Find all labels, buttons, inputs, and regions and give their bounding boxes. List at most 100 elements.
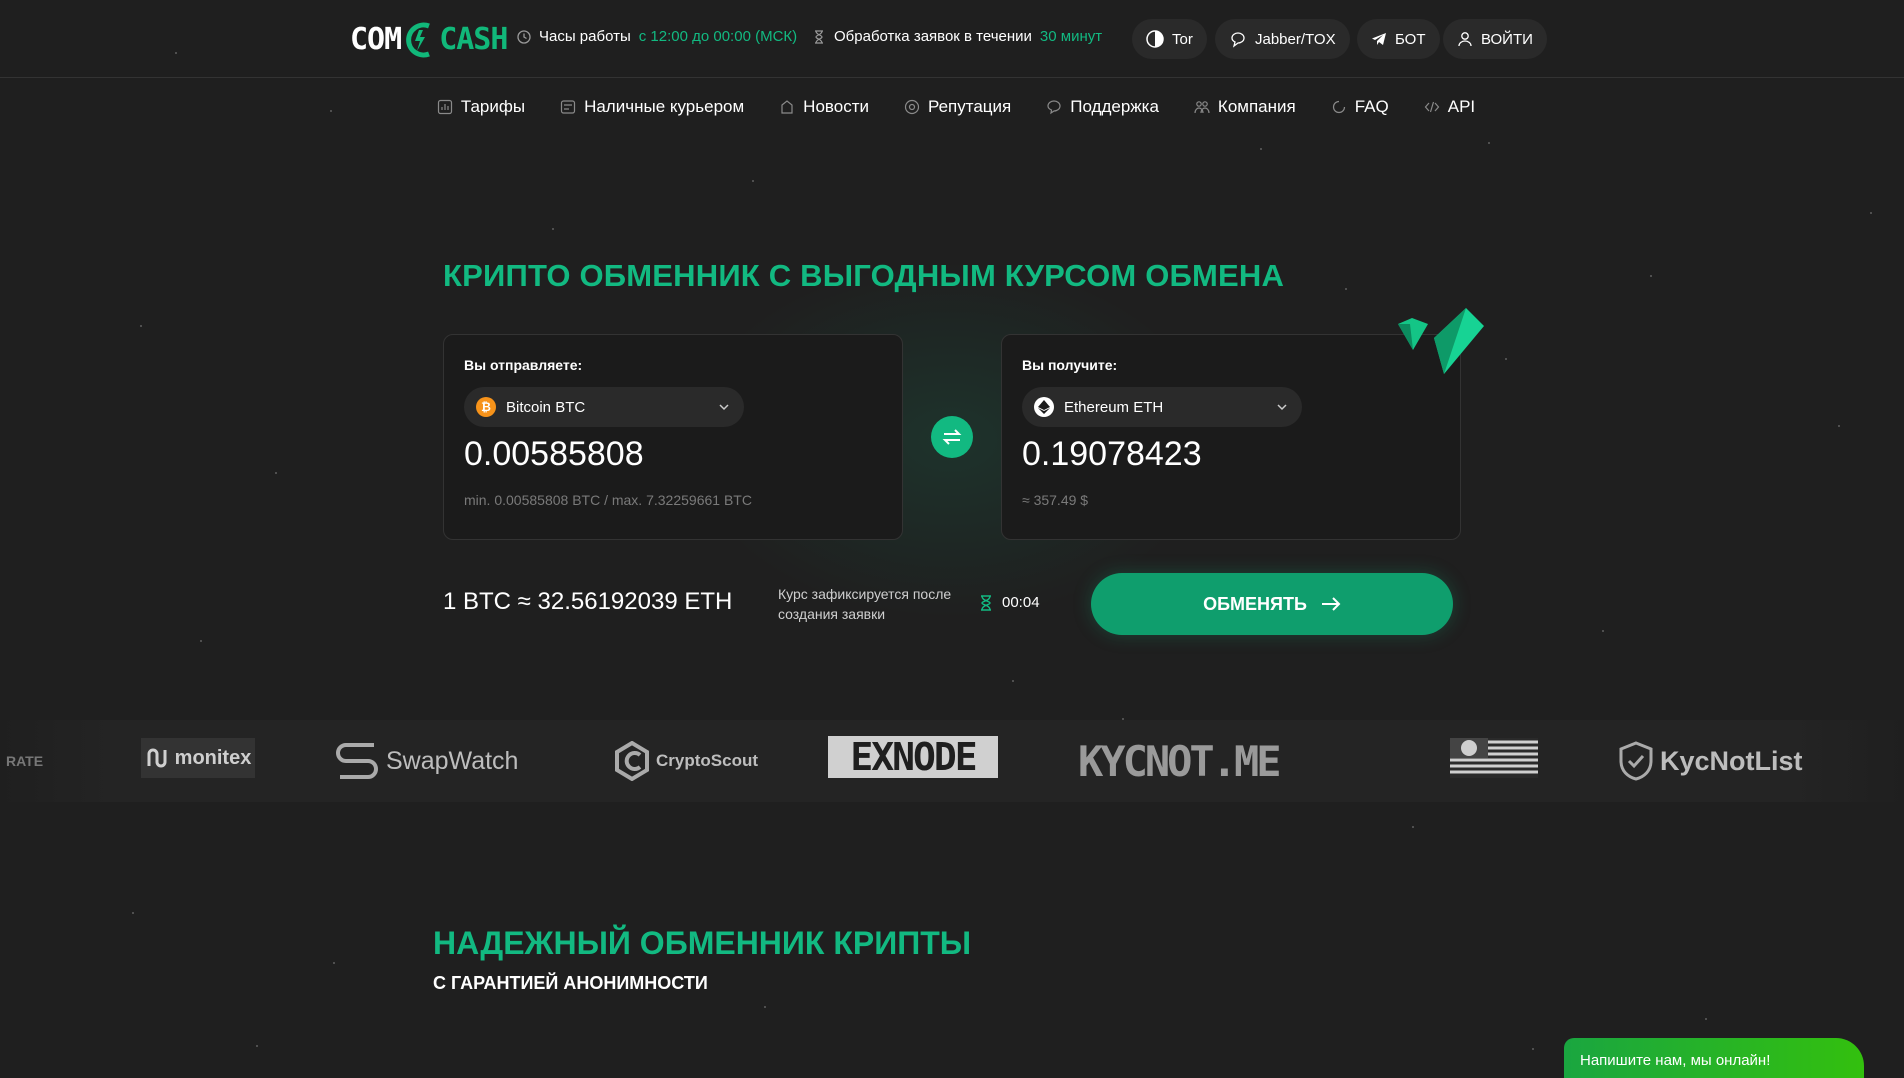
telegram-icon: [1372, 33, 1386, 45]
news-icon: [781, 100, 793, 114]
cash-icon: [560, 100, 576, 114]
partner-cryptoscout[interactable]: CryptoScout: [614, 738, 758, 784]
tor-label: Tor: [1172, 30, 1193, 48]
rate-timer: 00:04: [980, 594, 1040, 611]
shield-icon: [1619, 741, 1653, 781]
receive-amount-input[interactable]: [1022, 435, 1442, 474]
hours-value: с 12:00 до 00:00 (МСК): [638, 28, 798, 45]
nav-item-support[interactable]: Поддержка: [1046, 92, 1159, 122]
bot-button[interactable]: БОТ: [1357, 19, 1440, 59]
ethereum-icon: [1034, 397, 1054, 417]
send-currency-label: Bitcoin BTC: [506, 398, 586, 416]
partner-kycnotme[interactable]: KYCNOT.ME: [1078, 736, 1282, 786]
nav-item-label: Новости: [803, 97, 869, 116]
swap-icon: [942, 429, 962, 445]
send-card: Вы отправляете: ₿ Bitcoin BTC min. 0.005…: [443, 334, 903, 540]
receive-currency-select[interactable]: Ethereum ETH: [1022, 387, 1302, 427]
logo[interactable]: COM CASH: [350, 18, 508, 60]
receive-card: Вы получите: Ethereum ETH ≈ 357.49 $: [1001, 334, 1461, 540]
nav-item-label: FAQ: [1354, 97, 1389, 116]
support-icon: [1047, 100, 1061, 115]
nav-item-label: API: [1447, 97, 1476, 116]
nav-item-api[interactable]: API: [1424, 92, 1475, 122]
clock-icon: [517, 29, 531, 44]
nav-item-label: Компания: [1217, 97, 1296, 116]
tariff-icon: [437, 99, 452, 115]
chevron-down-icon: [1277, 404, 1287, 411]
section-title: НАДЕЖНЫЙ ОБМЕННИК КРИПТЫ: [433, 925, 972, 961]
nav-item-label: Поддержка: [1070, 97, 1159, 116]
partner-name: monitex: [174, 746, 252, 769]
nav-item-tariffs[interactable]: Тарифы: [437, 92, 525, 122]
hours-label: Часы работы: [539, 28, 631, 45]
live-chat-button[interactable]: Напишите нам, мы онлайн!: [1564, 1038, 1864, 1078]
swapwatch-logo-icon: [336, 743, 378, 779]
exchange-button-label: ОБМЕНЯТЬ: [1203, 593, 1307, 614]
partner-name: KYCNOT.ME: [1078, 736, 1282, 786]
nav-item-company[interactable]: Компания: [1194, 92, 1296, 122]
partner-exnode[interactable]: EXNODE: [828, 735, 998, 779]
api-icon: [1424, 101, 1440, 113]
send-currency-select[interactable]: ₿ Bitcoin BTC: [464, 387, 744, 427]
hero-title: КРИПТО ОБМЕННИК С ВЫГОДНЫМ КУРСОМ ОБМЕНА: [443, 258, 1285, 293]
partner-monitex[interactable]: monitex: [141, 738, 255, 778]
bitcoin-icon: ₿: [476, 397, 496, 417]
hourglass-icon: [981, 594, 991, 611]
jabber-button[interactable]: Jabber/TOX: [1215, 19, 1350, 59]
send-amount-input[interactable]: [464, 435, 884, 474]
company-icon: [1194, 101, 1210, 114]
cryptoscout-logo-icon: [615, 741, 649, 781]
nav-item-news[interactable]: Новости: [779, 92, 869, 122]
top-bar: COM CASH Часы работы с 12:00 до 00:00 (М…: [0, 0, 1904, 78]
bot-label: БОТ: [1395, 30, 1426, 48]
partner-swapwatch[interactable]: SwapWatch: [334, 738, 518, 784]
receive-label: Вы получите:: [1022, 357, 1118, 373]
logo-text-cash: CASH: [439, 21, 508, 57]
working-hours: Часы работы с 12:00 до 00:00 (МСК): [517, 28, 797, 45]
processing-value: 30 минут: [1039, 28, 1103, 45]
partner-name: KycNotList: [1660, 745, 1803, 776]
section-subtitle: С ГАРАНТИЕЙ АНОНИМНОСТИ: [433, 973, 708, 993]
chevron-down-icon: [719, 404, 729, 411]
partner-name: SwapWatch: [386, 746, 519, 775]
partners-strip: RATE monitex SwapWatch CryptoScout EXNOD…: [0, 720, 1904, 802]
timer-value: 00:04: [1002, 594, 1040, 611]
swap-currencies-button[interactable]: [931, 416, 973, 458]
send-limits: min. 0.00585808 BTC / max. 7.32259661 BT…: [464, 492, 752, 508]
exchange-rate: 1 BTC ≈ 32.56192039 ETH: [443, 588, 733, 615]
send-label: Вы отправляете:: [464, 357, 583, 373]
partner-name: CryptoScout: [656, 751, 758, 770]
login-label: ВОЙТИ: [1481, 30, 1533, 48]
partner-rate[interactable]: RATE: [6, 738, 43, 784]
rate-fix-note: Курс зафиксируется после создания заявки: [778, 586, 952, 622]
logo-text-com: COM: [350, 21, 402, 57]
receive-currency-label: Ethereum ETH: [1064, 398, 1164, 416]
emerald-gem-icon: [1398, 308, 1484, 374]
nav-item-label: Наличные курьером: [584, 97, 745, 116]
logo-coin-icon: [405, 20, 435, 58]
arrow-right-icon: [1321, 597, 1341, 611]
partner-flag[interactable]: [1450, 738, 1538, 778]
nav-item-label: Тарифы: [460, 97, 526, 116]
main-nav: Тарифы Наличные курьером Новости Репутац…: [0, 92, 1904, 122]
tor-icon: [1146, 30, 1164, 48]
hourglass-icon: [815, 29, 823, 44]
reputation-icon: [904, 99, 920, 115]
nav-item-faq[interactable]: FAQ: [1331, 92, 1389, 122]
nav-item-reputation[interactable]: Репутация: [904, 92, 1011, 122]
tor-button[interactable]: Tor: [1132, 19, 1207, 59]
exchange-button[interactable]: ОБМЕНЯТЬ: [1091, 573, 1453, 635]
nav-item-courier-cash[interactable]: Наличные курьером: [560, 92, 744, 122]
processing-time: Обработка заявок в течении 30 минут: [812, 28, 1102, 45]
login-button[interactable]: ВОЙТИ: [1443, 19, 1547, 59]
monero-flag-logo-icon: [1450, 738, 1538, 778]
user-icon: [1458, 32, 1472, 47]
partner-name: RATE: [6, 753, 44, 769]
faq-icon: [1332, 100, 1345, 114]
jabber-label: Jabber/TOX: [1255, 30, 1336, 48]
partner-kycnotlist[interactable]: KycNotList: [1618, 738, 1803, 784]
processing-label: Обработка заявок в течении: [834, 28, 1032, 45]
nav-item-label: Репутация: [927, 97, 1012, 116]
monitex-logo-icon: [147, 748, 167, 768]
receive-usd-estimate: ≈ 357.49 $: [1022, 492, 1089, 508]
